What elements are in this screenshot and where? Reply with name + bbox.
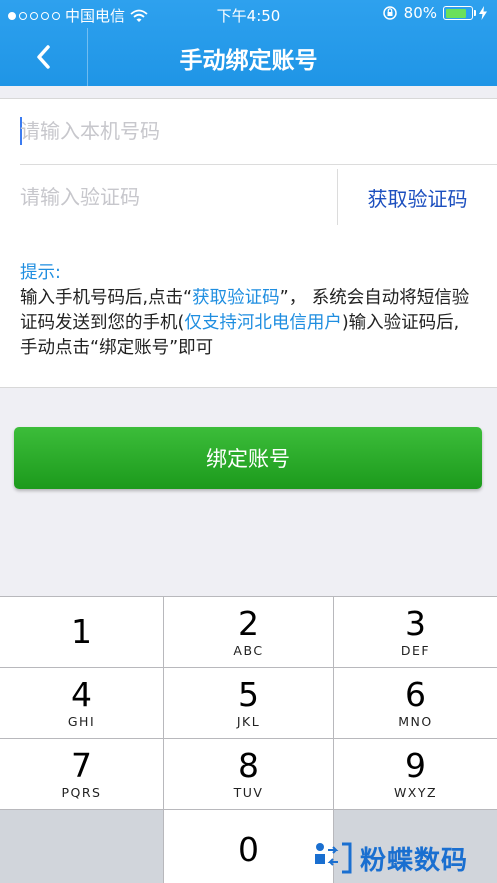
key-digit: 7 (71, 746, 92, 785)
key-letters: PQRS (61, 785, 102, 800)
status-bar: 中国电信 下午4:50 80% (0, 0, 497, 28)
tip-title: 提示: (20, 263, 61, 283)
watermark: 粉蝶数码 (312, 836, 497, 880)
orientation-lock-icon (382, 6, 397, 20)
key-3[interactable]: 3 DEF (334, 597, 497, 668)
key-digit: 2 (238, 604, 259, 643)
get-code-button[interactable]: 获取验证码 (337, 169, 497, 225)
key-6[interactable]: 6 MNO (334, 668, 497, 739)
key-7[interactable]: 7 PQRS (0, 739, 164, 810)
key-8[interactable]: 8 TUV (164, 739, 334, 810)
tip-get-code-highlight: 获取验证码 (192, 288, 280, 308)
key-digit: 1 (71, 611, 92, 651)
status-right: 80% (382, 4, 487, 22)
bind-account-button[interactable]: 绑定账号 (14, 427, 482, 489)
key-9[interactable]: 9 WXYZ (334, 739, 497, 810)
key-digit: 4 (71, 675, 92, 714)
key-digit: 3 (405, 604, 426, 643)
navigation-bar: 手动绑定账号 (0, 28, 497, 86)
battery-fill (445, 8, 466, 18)
key-letters: WXYZ (393, 785, 438, 800)
battery-icon (443, 6, 476, 20)
key-letters: ABC (233, 643, 264, 658)
phone-row (20, 99, 497, 165)
key-letters: DEF (400, 643, 431, 658)
key-0[interactable]: 0 (164, 810, 334, 883)
top-bar: 中国电信 下午4:50 80% 手动绑定账号 (0, 0, 497, 86)
verification-code-input[interactable] (20, 165, 320, 229)
tip-body: 输入手机号码后,点击“获取验证码”， 系统会自动将短信验证码发送到您的手机(仅支… (20, 286, 473, 361)
phone-number-input[interactable] (20, 99, 320, 163)
tip-hebei-highlight: 仅支持河北电信用户 (184, 313, 342, 333)
charging-bolt-icon (479, 6, 487, 20)
tip-text: 提示: 输入手机号码后,点击“获取验证码”， 系统会自动将短信验证码发送到您的手… (20, 261, 473, 361)
code-row: 获取验证码 (20, 165, 497, 229)
page-title: 手动绑定账号 (179, 48, 318, 74)
key-letters: GHI (67, 714, 96, 729)
key-2[interactable]: 2 ABC (164, 597, 334, 668)
battery-percent: 80% (403, 4, 437, 22)
bind-form: 获取验证码 提示: 输入手机号码后,点击“获取验证码”， 系统会自动将短信验证码… (0, 98, 497, 388)
key-digit: 0 (238, 829, 259, 869)
key-1[interactable]: 1 (0, 597, 164, 668)
key-digit: 8 (238, 746, 259, 785)
key-5[interactable]: 5 JKL (164, 668, 334, 739)
key-digit: 5 (238, 675, 259, 714)
tip-part-1: 输入手机号码后,点击“ (20, 288, 193, 308)
key-digit: 9 (405, 746, 426, 785)
key-digit: 6 (405, 675, 426, 714)
watermark-logo-icon (315, 842, 352, 874)
key-letters: MNO (398, 714, 433, 729)
watermark-text: 粉蝶数码 (360, 845, 469, 876)
key-blank-left (0, 810, 164, 883)
key-4[interactable]: 4 GHI (0, 668, 164, 739)
key-letters: JKL (236, 714, 261, 729)
key-letters: TUV (233, 785, 264, 800)
